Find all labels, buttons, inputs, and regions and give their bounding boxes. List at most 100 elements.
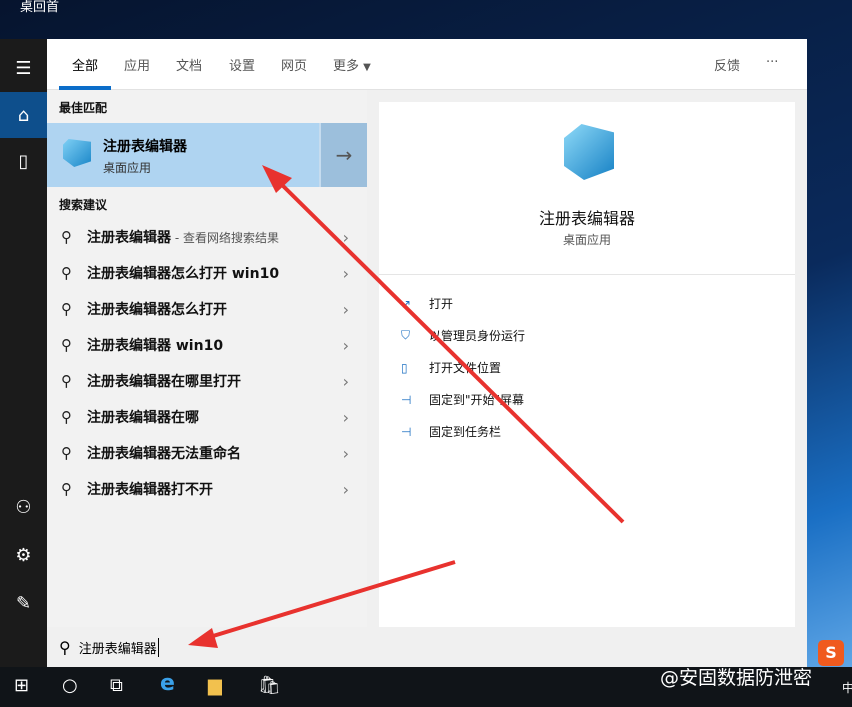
preview-action[interactable]: ⛉ 以管理员身份运行 xyxy=(401,327,525,344)
preview-action[interactable]: ▯ 打开文件位置 xyxy=(401,359,501,376)
preview-subtitle: 桌面应用 xyxy=(562,233,611,247)
open-preview-arrow-icon[interactable]: → xyxy=(319,123,367,187)
file-explorer-icon[interactable]: ▆ xyxy=(208,675,222,696)
suggestion-item[interactable]: ⚲ 注册表编辑器打不开 › xyxy=(47,471,367,507)
search-icon: ⚲ xyxy=(61,480,72,498)
search-box[interactable]: ⚲ 注册表编辑器 xyxy=(47,627,807,667)
suggestion-item[interactable]: ⚲ 注册表编辑器 - 查看网络搜索结果 › xyxy=(47,219,367,255)
preview-pane: 注册表编辑器 桌面应用 ↗ 打开 ⛉ 以管理员身份运行 ▯ 打开文件位置 ⊣ 固定到"开始"屏… xyxy=(379,102,795,627)
registry-editor-icon xyxy=(63,139,91,167)
chevron-right-icon[interactable]: › xyxy=(343,264,349,283)
suggestion-item[interactable]: ⚲ 注册表编辑器怎么打开 win10 › xyxy=(47,255,367,291)
chevron-right-icon[interactable]: › xyxy=(343,408,349,427)
watermark: @安固数据防泄密 xyxy=(660,667,813,689)
tab-documents[interactable]: 文档 xyxy=(176,55,202,74)
home-icon[interactable]: ⌂ xyxy=(0,92,47,138)
suggestion-item[interactable]: ⚲ 注册表编辑器 win10 › xyxy=(47,327,367,363)
suggestion-query: 注册表编辑器打不开 xyxy=(87,482,213,498)
suggestion-query: 注册表编辑器在哪里打开 xyxy=(87,374,241,390)
tab-more-label: 更多 xyxy=(333,59,360,74)
tab-web[interactable]: 网页 xyxy=(281,55,307,74)
suggestion-query: 注册表编辑器 xyxy=(87,230,171,246)
notebook-icon[interactable]: ▯ xyxy=(0,138,47,184)
preview-action[interactable]: ⊣ 固定到"开始"屏幕 xyxy=(401,391,524,408)
chevron-right-icon[interactable]: › xyxy=(343,228,349,247)
suggestion-text: 注册表编辑器怎么打开 win10 xyxy=(87,263,279,283)
suggestion-text: 注册表编辑器 - 查看网络搜索结果 xyxy=(87,227,279,247)
suggestion-item[interactable]: ⚲ 注册表编辑器在哪里打开 › xyxy=(47,363,367,399)
tab-apps[interactable]: 应用 xyxy=(124,55,150,74)
file-location-icon: ▯ xyxy=(401,360,408,375)
feedback-person-icon[interactable]: ✎ xyxy=(0,580,47,626)
account-icon[interactable]: ⚇ xyxy=(0,484,47,530)
preview-action[interactable]: ⊣ 固定到任务栏 xyxy=(401,423,501,440)
action-label: 打开文件位置 xyxy=(429,361,502,375)
search-icon: ⚲ xyxy=(61,444,72,462)
action-label: 以管理员身份运行 xyxy=(429,329,526,343)
sogou-ime-icon: S xyxy=(818,640,844,666)
search-icon: ⚲ xyxy=(61,372,72,390)
ime-indicator[interactable]: 中 xyxy=(842,679,852,696)
start-sidebar: ☰ ⌂ ▯ ⚇ ⚙ ✎ xyxy=(0,39,47,667)
search-icon: ⚲ xyxy=(61,336,72,354)
action-label: 打开 xyxy=(429,297,454,311)
suggestion-query: 注册表编辑器 win10 xyxy=(87,338,224,354)
suggestion-text: 注册表编辑器在哪里打开 xyxy=(87,371,241,391)
best-match-title: 注册表编辑器 xyxy=(103,139,187,155)
cortana-circle-icon[interactable]: ○ xyxy=(62,675,78,696)
action-label: 固定到"开始"屏幕 xyxy=(429,393,525,407)
preview-action[interactable]: ↗ 打开 xyxy=(401,295,453,312)
search-icon: ⚲ xyxy=(61,300,72,318)
menu-icon[interactable]: ☰ xyxy=(0,45,47,91)
task-view-icon[interactable]: ⧉ xyxy=(110,675,123,696)
action-label: 固定到任务栏 xyxy=(429,425,502,439)
suggestion-item[interactable]: ⚲ 注册表编辑器怎么打开 › xyxy=(47,291,367,327)
suggestion-text: 注册表编辑器打不开 xyxy=(87,479,213,499)
suggestion-text: 注册表编辑器无法重命名 xyxy=(87,443,241,463)
taskbar: ⊞ ○ ⧉ e ▆ 🛍 @安固数据防泄密 中 xyxy=(0,667,852,707)
search-input[interactable]: 注册表编辑器 xyxy=(79,637,159,657)
results-list: 最佳匹配 注册表编辑器 桌面应用 → 搜索建议 ⚲ 注册表编辑器 - 查看网络搜索… xyxy=(47,90,367,627)
store-icon[interactable]: 🛍 xyxy=(258,675,281,696)
pin-icon: ⊣ xyxy=(401,392,412,407)
suggestion-query: 注册表编辑器无法重命名 xyxy=(87,446,241,462)
admin-shield-icon: ⛉ xyxy=(401,328,411,342)
suggestions-header: 搜索建议 xyxy=(59,198,108,212)
registry-editor-large-icon xyxy=(564,124,614,180)
internet-explorer-icon[interactable]: e xyxy=(160,671,175,696)
search-icon: ⚲ xyxy=(61,264,72,282)
suggestion-suffix: - 查看网络搜索结果 xyxy=(171,231,279,245)
tab-settings[interactable]: 设置 xyxy=(229,55,255,74)
chevron-right-icon[interactable]: › xyxy=(343,372,349,391)
feedback-button[interactable]: 反馈 xyxy=(714,55,740,74)
tab-more[interactable]: 更多 ▼ xyxy=(333,55,371,74)
desktop-icon-label: 桌回首 xyxy=(20,0,60,15)
suggestion-text: 注册表编辑器在哪 xyxy=(87,407,199,427)
chevron-right-icon[interactable]: › xyxy=(343,336,349,355)
tab-all[interactable]: 全部 xyxy=(58,55,112,90)
preview-title: 注册表编辑器 xyxy=(538,209,635,228)
suggestion-query: 注册表编辑器在哪 xyxy=(87,410,199,426)
search-icon: ⚲ xyxy=(61,408,72,426)
chevron-right-icon[interactable]: › xyxy=(343,444,349,463)
best-match-subtitle: 桌面应用 xyxy=(103,161,152,175)
chevron-down-icon: ▼ xyxy=(363,62,371,73)
suggestion-text: 注册表编辑器 win10 xyxy=(87,335,223,355)
pin-icon: ⊣ xyxy=(401,424,412,439)
windows-start-icon[interactable]: ⊞ xyxy=(14,675,29,696)
open-icon: ↗ xyxy=(401,296,412,311)
search-panel: 全部 应用 文档 设置 网页 更多 ▼ 反馈 ··· 最佳匹配 注册表编辑器 桌… xyxy=(47,39,807,667)
more-options-button[interactable]: ··· xyxy=(766,55,778,70)
suggestion-query: 注册表编辑器怎么打开 win10 xyxy=(87,266,280,282)
search-icon: ⚲ xyxy=(59,637,71,657)
suggestion-item[interactable]: ⚲ 注册表编辑器在哪 › xyxy=(47,399,367,435)
suggestion-text: 注册表编辑器怎么打开 xyxy=(87,299,227,319)
settings-gear-icon[interactable]: ⚙ xyxy=(0,532,47,578)
suggestion-item[interactable]: ⚲ 注册表编辑器无法重命名 › xyxy=(47,435,367,471)
best-match-item[interactable]: 注册表编辑器 桌面应用 → xyxy=(47,123,367,187)
best-match-header: 最佳匹配 xyxy=(59,101,108,115)
chevron-right-icon[interactable]: › xyxy=(343,480,349,499)
filter-tabs: 全部 应用 文档 设置 网页 更多 ▼ 反馈 ··· xyxy=(47,39,807,90)
chevron-right-icon[interactable]: › xyxy=(343,300,349,319)
search-icon: ⚲ xyxy=(61,228,72,246)
